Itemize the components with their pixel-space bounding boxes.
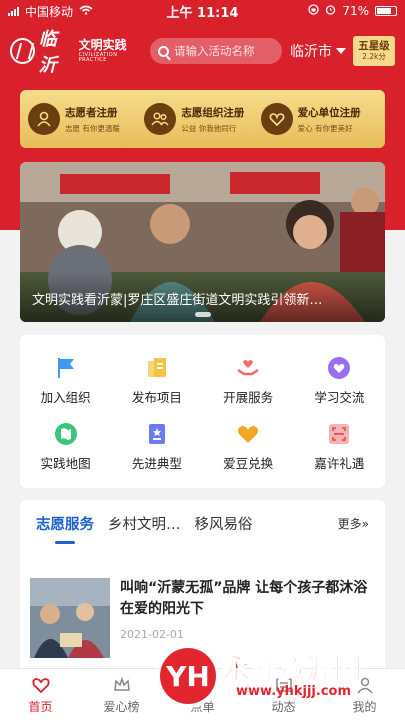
logo-subtitle-block: 文明实践 CIVILIZATION PRACTICE (79, 39, 144, 63)
organization-register-button[interactable]: 志愿组织注册 公益 你我他同行 (144, 103, 260, 135)
reg-title: 爱心单位注册 (297, 106, 361, 119)
points-label: 2.2k分 (362, 51, 386, 61)
battery-icon (375, 6, 397, 16)
map-icon (53, 421, 79, 447)
service-label: 开展服务 (223, 389, 274, 405)
tab-customs-reform[interactable]: 移风易俗 (195, 513, 253, 534)
logo-caption: CIVILIZATION PRACTICE (78, 52, 118, 63)
registration-bar: 志愿者注册 志愿 有你更温暖 志愿组织注册 公益 你我他同行 爱心单位注册 爱心… (20, 90, 385, 148)
alarm-icon (325, 4, 336, 18)
service-label: 嘉许礼遇 (314, 456, 365, 472)
service-love-bean-exchange[interactable]: 爱豆兑换 (203, 414, 294, 481)
logo-title: 临沂 (38, 29, 58, 76)
clock: 上午 11:14 (166, 5, 239, 21)
news-text: 叫响“沂蒙无孤”品牌 让每个孩子都沐浴在爱的阳光下 2021-02-01 (120, 578, 375, 660)
reg-subtitle: 公益 你我他同行 (181, 123, 237, 133)
tab-order[interactable]: 点单 (162, 669, 243, 720)
scan-icon (326, 421, 352, 447)
level-badge[interactable]: 五星级 2.2k分 (353, 36, 395, 66)
service-practice-map[interactable]: 实践地图 (20, 414, 111, 481)
service-label: 先进典型 (131, 456, 182, 472)
service-commendation[interactable]: 嘉许礼遇 (294, 414, 385, 481)
reg-title: 志愿者注册 (65, 106, 118, 119)
service-label: 发布项目 (131, 389, 182, 405)
flag-icon (53, 355, 79, 381)
tab-rural-civilization[interactable]: 乡村文明… (108, 513, 181, 534)
tab-label: 首页 (28, 699, 53, 714)
helping-hands-icon (235, 355, 261, 381)
chevron-down-icon (336, 48, 346, 54)
user-icon (355, 675, 375, 695)
crown-icon (112, 675, 132, 695)
wifi-icon (79, 4, 93, 18)
tab-label: 点单 (190, 699, 215, 714)
tab-label: 爱心榜 (103, 699, 140, 714)
signal-icon (8, 6, 19, 16)
heart-icon (260, 103, 293, 135)
service-join-organization[interactable]: 加入组织 (20, 347, 111, 414)
logo-mark-icon (10, 38, 35, 64)
medal-icon (144, 421, 170, 447)
tab-volunteer-service[interactable]: 志愿服务 (36, 513, 94, 544)
volunteer-register-button[interactable]: 志愿者注册 志愿 有你更温暖 (28, 103, 144, 135)
carrier-label: 中国移动 (25, 4, 74, 19)
status-right: 71% (257, 4, 397, 18)
service-label: 爱豆兑换 (223, 456, 274, 472)
order-icon (193, 675, 213, 695)
carousel-indicator (195, 312, 211, 317)
reg-title: 志愿组织注册 (181, 106, 245, 119)
news-date: 2021-02-01 (120, 628, 184, 641)
tab-label: 我的 (352, 699, 377, 714)
status-left: 中国移动 (8, 3, 148, 20)
user-heart-icon (28, 103, 60, 135)
city-label: 临沂市 (290, 44, 332, 60)
battery-percent: 71% (342, 4, 369, 18)
level-label: 五星级 (358, 40, 390, 53)
service-learning-exchange[interactable]: 学习交流 (294, 347, 385, 414)
service-conduct-service[interactable]: 开展服务 (203, 347, 294, 414)
news-thumbnail (30, 578, 110, 658)
service-label: 实践地图 (40, 456, 91, 472)
news-item[interactable]: 叫响“沂蒙无孤”品牌 让每个孩子都沐浴在爱的阳光下 2021-02-01 (30, 578, 375, 660)
heart-chat-icon (326, 355, 352, 381)
tab-mine[interactable]: 我的 (324, 669, 405, 720)
news-section: 志愿服务 乡村文明… 移风易俗 更多» 叫响“沂蒙无孤”品牌 让每个孩子都沐浴在… (20, 500, 385, 670)
love-bean-icon (235, 421, 261, 447)
logo-subtitle: 文明实践 (78, 38, 127, 52)
search-box[interactable] (150, 38, 282, 64)
orientation-lock-icon (308, 4, 319, 18)
group-icon (144, 103, 177, 135)
services-grid: 加入组织 发布项目 开展服务 学习交流 实践地图 先进典型 爱豆兑换 嘉许礼遇 (20, 335, 385, 488)
banner-carousel[interactable]: 文明实践看沂蒙|罗庄区盛庄街道文明实践引领新… (20, 162, 385, 322)
city-selector[interactable]: 临沂市 (290, 41, 346, 61)
tab-news[interactable]: 动态 (243, 669, 324, 720)
reg-subtitle: 爱心 有你更美好 (297, 123, 353, 133)
search-icon (158, 45, 169, 57)
unit-register-button[interactable]: 爱心单位注册 爱心 有你更美好 (260, 103, 377, 135)
tab-love-ranking[interactable]: 爱心榜 (81, 669, 162, 720)
service-publish-project[interactable]: 发布项目 (111, 347, 202, 414)
service-label: 加入组织 (40, 389, 91, 405)
document-icon (144, 355, 170, 381)
news-icon (274, 675, 294, 695)
home-heart-icon (31, 675, 51, 695)
service-label: 学习交流 (314, 389, 365, 405)
tab-label: 动态 (271, 699, 296, 714)
tab-home[interactable]: 首页 (0, 669, 81, 720)
bottom-tab-bar: 首页 爱心榜 点单 动态 我的 (0, 668, 405, 720)
service-advanced-model[interactable]: 先进典型 (111, 414, 202, 481)
news-title: 叫响“沂蒙无孤”品牌 让每个孩子都沐浴在爱的阳光下 (120, 580, 368, 617)
search-input[interactable] (174, 44, 274, 58)
app-logo: 临沂 文明实践 CIVILIZATION PRACTICE (10, 25, 144, 77)
app-header: 临沂 文明实践 CIVILIZATION PRACTICE 临沂市 五星级 2.… (0, 29, 405, 76)
status-bar: 中国移动 上午 11:14 71% (0, 0, 405, 22)
reg-subtitle: 志愿 有你更温暖 (65, 123, 120, 133)
more-link[interactable]: 更多» (338, 515, 369, 532)
news-tabs: 志愿服务 乡村文明… 移风易俗 更多» (20, 500, 385, 546)
